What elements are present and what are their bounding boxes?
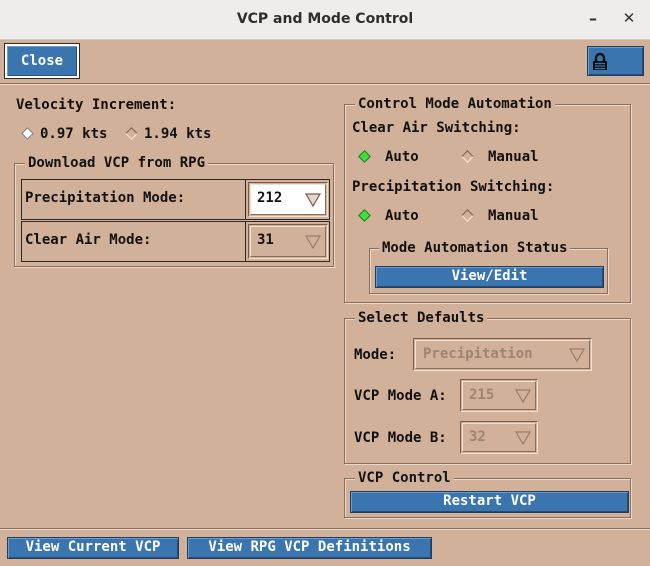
lock-button[interactable]	[587, 46, 644, 76]
minimize-icon[interactable]: –	[585, 9, 601, 29]
lock-icon	[593, 53, 607, 70]
chevron-down-icon	[305, 193, 321, 208]
window-close-icon[interactable]: ✕	[620, 9, 638, 29]
clear-air-manual-label: Manual	[488, 149, 539, 165]
view-edit-button[interactable]: View/Edit	[375, 266, 604, 288]
select-defaults-legend: Select Defaults	[355, 310, 488, 326]
vcp-mode-a-dropdown[interactable]: 215	[460, 379, 538, 412]
precip-auto-label: Auto	[385, 208, 419, 224]
chevron-down-icon	[515, 389, 531, 404]
chevron-down-icon	[305, 235, 321, 250]
chevron-down-icon	[515, 431, 531, 446]
chevron-down-icon	[569, 348, 585, 363]
window-title: VCP and Mode Control	[236, 11, 414, 27]
precipitation-switching-label: Precipitation Switching:	[352, 179, 555, 195]
mode-automation-status-legend: Mode Automation Status	[379, 240, 571, 256]
vcp-mode-b-label: VCP Mode B:	[354, 430, 447, 446]
defaults-mode-value: Precipitation	[423, 346, 533, 362]
download-vcp-legend: Download VCP from RPG	[25, 155, 209, 171]
velocity-radio-097[interactable]	[21, 127, 34, 140]
vcp-mode-a-label: VCP Mode A:	[354, 388, 447, 404]
clear-air-switching-label: Clear Air Switching:	[352, 120, 521, 136]
vcp-mode-a-value: 215	[469, 387, 495, 403]
restart-vcp-button[interactable]: Restart VCP	[350, 491, 629, 513]
precipitation-mode-row: Precipitation Mode: 212	[21, 179, 330, 220]
velocity-option-194: 1.94 kts	[144, 126, 212, 142]
precip-manual-label: Manual	[488, 208, 539, 224]
footer-separator	[0, 528, 650, 530]
precip-manual-radio[interactable]	[461, 209, 474, 222]
view-current-vcp-button[interactable]: View Current VCP	[7, 537, 179, 559]
vcp-mode-b-value: 32	[469, 429, 486, 445]
close-button[interactable]: Close	[4, 43, 80, 79]
velocity-option-097: 0.97 kts	[40, 126, 108, 142]
clear-air-manual-radio[interactable]	[461, 150, 474, 163]
clear-air-auto-label: Auto	[385, 149, 419, 165]
clear-air-mode-row: Clear Air Mode: 31	[21, 221, 330, 262]
defaults-mode-label: Mode:	[354, 347, 397, 363]
precipitation-mode-value: 212	[257, 190, 283, 206]
vcp-control-legend: VCP Control	[355, 470, 454, 486]
vcp-mode-b-dropdown[interactable]: 32	[460, 421, 538, 454]
velocity-increment-label: Velocity Increment:	[16, 97, 177, 113]
clear-air-auto-radio[interactable]	[358, 150, 371, 163]
precipitation-mode-dropdown[interactable]: 212	[248, 182, 328, 217]
velocity-radio-194[interactable]	[125, 127, 138, 140]
defaults-mode-dropdown[interactable]: Precipitation	[413, 338, 592, 371]
view-rpg-vcp-definitions-button[interactable]: View RPG VCP Definitions	[187, 537, 432, 559]
clear-air-mode-value: 31	[257, 232, 274, 248]
toolbar-separator	[0, 83, 650, 85]
clear-air-mode-label: Clear Air Mode:	[25, 232, 152, 248]
title-bar: VCP and Mode Control – ✕	[0, 0, 650, 40]
control-mode-automation-legend: Control Mode Automation	[355, 96, 555, 112]
precip-auto-radio[interactable]	[358, 209, 371, 222]
precipitation-mode-label: Precipitation Mode:	[25, 190, 186, 206]
clear-air-mode-dropdown[interactable]: 31	[248, 224, 328, 259]
